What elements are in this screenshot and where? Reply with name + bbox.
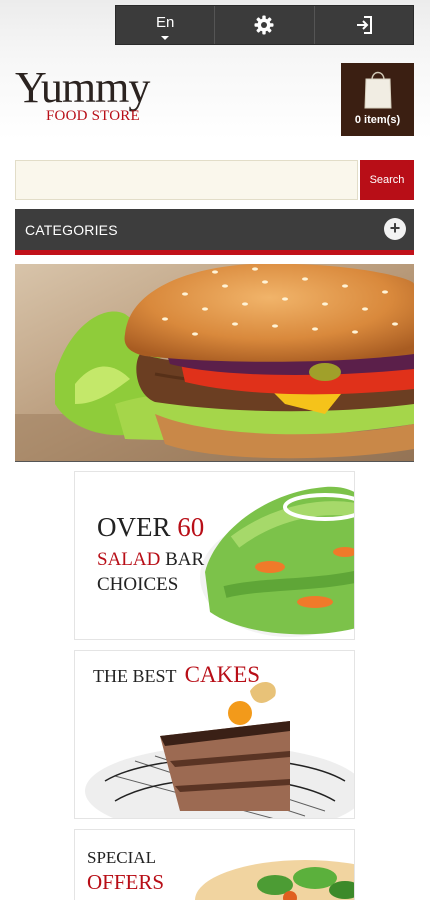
login-button[interactable]	[315, 6, 413, 44]
sign-in-icon	[356, 16, 372, 34]
banner-2-line-1: THE BEST CAKES	[93, 662, 261, 687]
settings-button[interactable]	[215, 6, 315, 44]
plus-icon: +	[384, 218, 406, 240]
top-bar: En	[115, 5, 414, 45]
banner-3-line-1: SPECIAL	[87, 848, 156, 867]
store-logo[interactable]: Yummy FOOD STORE	[15, 66, 175, 125]
search-input[interactable]	[15, 160, 358, 200]
banner-3-line-2: OFFERS	[87, 870, 165, 894]
search-button[interactable]: Search	[360, 160, 414, 200]
cart-count: 0 item(s)	[354, 114, 401, 126]
banner-1-line-1: OVER 60	[97, 512, 205, 542]
cakes-banner[interactable]: THE BEST CAKES	[74, 650, 355, 819]
caret-down-icon	[161, 36, 170, 40]
language-label: En	[155, 13, 175, 31]
salad-bar-banner[interactable]: OVER 60 SALAD BAR CHOICES	[74, 471, 355, 640]
categories-toggle[interactable]: CATEGORIES +	[15, 209, 414, 255]
page: En Yummy FOOD STORE 0 item(s) Search CAT…	[0, 0, 430, 900]
special-offers-banner[interactable]: SPECIAL OFFERS	[74, 829, 355, 900]
categories-label: CATEGORIES	[25, 221, 118, 238]
gear-icon	[254, 15, 274, 35]
banner-1-line-2: SALAD BAR	[97, 549, 205, 570]
language-selector[interactable]: En	[116, 6, 216, 44]
banner-1-line-3: CHOICES	[97, 574, 179, 595]
logo-tagline: FOOD STORE	[46, 108, 140, 124]
hero-burger-image[interactable]	[15, 264, 414, 462]
cart-button[interactable]: 0 item(s)	[341, 63, 414, 136]
logo-name: Yummy	[15, 63, 150, 112]
shopping-bag-icon	[363, 71, 392, 109]
